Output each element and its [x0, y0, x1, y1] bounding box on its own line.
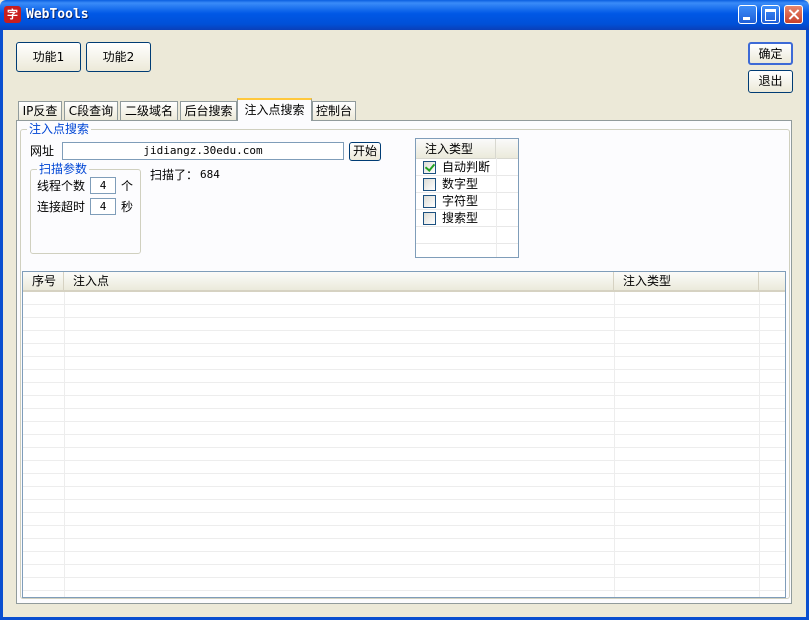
injection-type-option[interactable]: 搜索型 [416, 210, 518, 227]
injection-type-option[interactable]: 数字型 [416, 176, 518, 193]
injection-type-list[interactable]: 注入类型 自动判断 数字型 字符型 搜索型 [415, 138, 519, 258]
function2-button[interactable]: 功能2 [86, 42, 151, 72]
injection-search-group-title: 注入点搜索 [27, 122, 92, 136]
timeout-label: 连接超时 [37, 200, 86, 214]
tab-subdomain[interactable]: 二级域名 [120, 101, 178, 120]
injection-type-option[interactable]: 字符型 [416, 193, 518, 210]
column-header-index[interactable]: 序号 [23, 272, 64, 290]
tab-ip-reverse[interactable]: IP反查 [18, 101, 62, 120]
threads-input[interactable]: 4 [90, 177, 116, 194]
column-divider [496, 158, 497, 257]
grid-column-line [759, 292, 760, 597]
injection-type-header: 注入类型 [416, 139, 518, 159]
app-icon: 字 [4, 6, 21, 23]
scanned-label: 扫描了： [150, 168, 199, 182]
tab-console[interactable]: 控制台 [312, 101, 356, 120]
column-header-injection-point[interactable]: 注入点 [64, 272, 614, 290]
timeout-input[interactable]: 4 [90, 198, 116, 215]
function1-button[interactable]: 功能1 [16, 42, 81, 72]
results-table-header: 序号 注入点 注入类型 [23, 272, 785, 292]
close-button[interactable] [784, 5, 803, 24]
column-header-injection-type[interactable]: 注入类型 [614, 272, 759, 290]
exit-button[interactable]: 退出 [748, 70, 793, 93]
string-checkbox[interactable] [423, 195, 436, 208]
title-bar[interactable]: 字 WebTools [0, 0, 809, 30]
injection-type-empty-row [416, 227, 518, 244]
window-title: WebTools [26, 7, 89, 22]
auto-detect-checkbox[interactable] [423, 161, 436, 174]
window-border-left [0, 30, 3, 620]
results-table[interactable]: 序号 注入点 注入类型 [22, 271, 786, 598]
tab-admin-search[interactable]: 后台搜索 [180, 101, 237, 120]
numeric-checkbox[interactable] [423, 178, 436, 191]
grid-column-line [614, 292, 615, 597]
injection-type-header-label: 注入类型 [425, 142, 474, 156]
ok-button[interactable]: 确定 [748, 42, 793, 65]
url-input[interactable]: jidiangz.30edu.com [62, 142, 344, 160]
grid-column-line [64, 292, 65, 597]
threads-unit: 个 [121, 179, 134, 193]
maximize-button[interactable] [761, 5, 780, 24]
threads-label: 线程个数 [37, 179, 86, 193]
tab-c-segment[interactable]: C段查询 [64, 101, 118, 120]
scanned-count: 684 [200, 168, 220, 181]
option-label: 数字型 [442, 177, 479, 191]
search-type-checkbox[interactable] [423, 212, 436, 225]
option-label: 字符型 [442, 194, 479, 208]
timeout-unit: 秒 [121, 200, 134, 214]
results-table-body[interactable] [23, 292, 785, 597]
option-label: 自动判断 [442, 160, 491, 174]
scan-params-title: 扫描参数 [37, 162, 90, 176]
minimize-button[interactable] [738, 5, 757, 24]
url-label: 网址 [30, 144, 55, 158]
start-button[interactable]: 开始 [349, 142, 381, 161]
injection-type-option[interactable]: 自动判断 [416, 159, 518, 176]
tab-injection-search[interactable]: 注入点搜索 [237, 98, 312, 121]
option-label: 搜索型 [442, 211, 479, 225]
